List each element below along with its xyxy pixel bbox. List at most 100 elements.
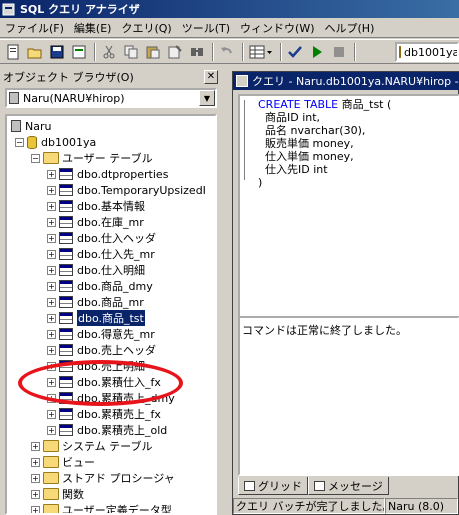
expand-icon[interactable]: + xyxy=(31,505,40,513)
expand-icon[interactable]: + xyxy=(47,185,56,195)
code-line: CREATE TABLE 商品_tst ( xyxy=(258,98,391,111)
paste-icon[interactable] xyxy=(143,42,163,62)
execute-query-icon[interactable] xyxy=(307,42,327,62)
tree-item-label: dbo.商品_dmy xyxy=(77,280,153,293)
tab-messages[interactable]: メッセージ xyxy=(308,477,389,495)
tree-item-label: dbo.商品_tst xyxy=(77,310,145,326)
folder-icon xyxy=(43,488,59,500)
tree-item-table[interactable]: + dbo.TemporaryUpsizedI xyxy=(47,182,206,198)
code-line: 仕入先ID int xyxy=(258,163,391,176)
undo-icon[interactable] xyxy=(217,42,237,62)
save-icon[interactable] xyxy=(47,42,67,62)
tree-item-label: ストアド プロシージャ xyxy=(62,472,175,485)
expand-icon[interactable]: + xyxy=(47,201,56,211)
tree-item-table[interactable]: + dbo.商品_dmy xyxy=(47,278,153,294)
tree-item-table[interactable]: + dbo.累積売上_fx xyxy=(47,406,161,422)
expand-icon[interactable]: + xyxy=(47,233,56,243)
tree-item-folder[interactable]: + ビュー xyxy=(31,454,95,470)
tree-item-folder[interactable]: + ストアド プロシージャ xyxy=(31,470,175,486)
tab-grid[interactable]: グリッド xyxy=(238,477,308,495)
menu-item[interactable]: ヘルプ(H) xyxy=(320,20,380,36)
menu-item[interactable]: ファイル(F) xyxy=(0,20,69,36)
object-browser-pane: オブジェクト ブラウザ(O) ✕ Naru(NARU¥hirop) ▼ Naru… xyxy=(0,66,222,515)
expand-icon[interactable]: + xyxy=(47,265,56,275)
tree-item-folder[interactable]: + ユーザー定義データ型 xyxy=(31,502,172,513)
expand-icon[interactable]: + xyxy=(47,425,56,435)
folder-icon xyxy=(43,504,59,513)
tree-item-folder[interactable]: + システム テーブル xyxy=(31,438,153,454)
tree-item-database[interactable]: − db1001ya xyxy=(15,134,96,150)
expand-icon[interactable]: + xyxy=(31,489,40,499)
tree-item-table[interactable]: + dbo.得意先_mr xyxy=(47,326,155,342)
results-pane[interactable]: コマンドは正常に終了しました。 xyxy=(238,316,459,476)
cut-icon[interactable] xyxy=(99,42,119,62)
object-tree[interactable]: Naru − db1001ya − ユーザー テーブル + dbo.dtproperties… xyxy=(5,114,217,515)
find-icon[interactable] xyxy=(187,42,207,62)
tab-messages-label: メッセージ xyxy=(328,479,383,493)
expand-icon[interactable]: + xyxy=(47,409,56,419)
expand-icon[interactable]: + xyxy=(31,441,40,451)
results-mode-icon[interactable] xyxy=(247,42,275,62)
menu-item[interactable]: ツール(T) xyxy=(177,20,235,36)
tree-item-folder[interactable]: − ユーザー テーブル xyxy=(31,150,153,166)
tree-item-table[interactable]: + dbo.仕入ヘッダ xyxy=(47,230,156,246)
toolbar-separator xyxy=(94,42,96,61)
expand-icon[interactable]: + xyxy=(47,217,56,227)
expand-icon[interactable]: + xyxy=(47,329,56,339)
expand-icon[interactable]: + xyxy=(31,457,40,467)
clear-window-icon[interactable] xyxy=(165,42,185,62)
tree-item-table[interactable]: + dbo.商品_mr xyxy=(47,294,144,310)
app-title-bar[interactable]: SQL クエリ アナライザ xyxy=(0,0,459,18)
code-line: 販売単価 money, xyxy=(258,137,391,150)
expand-icon[interactable]: + xyxy=(47,345,56,355)
folder-icon xyxy=(43,472,59,484)
tree-item-table[interactable]: + dbo.売上ヘッダ xyxy=(47,342,156,358)
load-script-icon[interactable] xyxy=(69,42,89,62)
open-folder-icon[interactable] xyxy=(25,42,45,62)
tree-item-server[interactable]: Naru xyxy=(11,118,51,134)
expand-icon[interactable]: + xyxy=(47,281,56,291)
collapse-icon[interactable]: − xyxy=(31,153,40,163)
server-selector[interactable]: Naru(NARU¥hirop) ▼ xyxy=(5,88,217,108)
expand-icon[interactable]: + xyxy=(31,473,40,483)
tree-item-label: 関数 xyxy=(62,488,84,501)
expand-icon[interactable]: + xyxy=(47,313,56,323)
menu-item[interactable]: ウィンドウ(W) xyxy=(235,20,319,36)
new-query-icon[interactable] xyxy=(3,42,23,62)
stop-query-icon[interactable] xyxy=(329,42,349,62)
tree-item-table[interactable]: + dbo.累積売上_old xyxy=(47,422,167,438)
close-icon[interactable]: ✕ xyxy=(204,70,218,84)
query-window-title-bar[interactable]: クエリ - Naru.db1001ya.NARU¥hirop - C:¥ xyxy=(233,72,459,90)
tree-item-label: dbo.仕入先_mr xyxy=(77,248,155,261)
grid-icon xyxy=(244,480,255,491)
menu-item[interactable]: 編集(E) xyxy=(69,20,117,36)
table-icon xyxy=(59,328,73,340)
expand-icon[interactable]: + xyxy=(47,169,56,179)
tree-item-table[interactable]: + dbo.在庫_mr xyxy=(47,214,144,230)
tree-item-table[interactable]: + dbo.商品_tst xyxy=(47,310,145,326)
tree-item-label: dbo.商品_mr xyxy=(77,296,144,309)
expand-icon[interactable]: + xyxy=(47,297,56,307)
expand-icon[interactable]: + xyxy=(47,249,56,259)
folder-icon xyxy=(43,456,59,468)
tree-item-table[interactable]: + dbo.仕入明細 xyxy=(47,262,145,278)
menu-item[interactable]: クエリ(Q) xyxy=(116,20,176,36)
code-text: ) xyxy=(258,176,263,189)
query-window-icon xyxy=(236,75,248,87)
tree-item-label: dbo.得意先_mr xyxy=(77,328,155,341)
parse-query-icon[interactable] xyxy=(285,42,305,62)
collapse-icon[interactable]: − xyxy=(15,137,24,147)
tree-item-table[interactable]: + dbo.dtproperties xyxy=(47,166,168,182)
tree-item-folder[interactable]: + 関数 xyxy=(31,486,84,502)
copy-icon[interactable] xyxy=(121,42,141,62)
code-line: ) xyxy=(258,176,391,189)
query-editor[interactable]: CREATE TABLE 商品_tst ( 商品ID int, 品名 nvarc… xyxy=(238,94,459,319)
code-line: 商品ID int, xyxy=(258,111,391,124)
chevron-down-icon[interactable]: ▼ xyxy=(199,90,215,106)
tree-item-table[interactable]: + dbo.仕入先_mr xyxy=(47,246,155,262)
status-server: Naru (8.0) xyxy=(385,498,458,514)
tree-item-label: db1001ya xyxy=(41,135,97,149)
database-selector[interactable]: db1001ya xyxy=(395,42,459,62)
tree-item-table[interactable]: + dbo.基本情報 xyxy=(47,198,145,214)
tree-item-label: dbo.累積売上_old xyxy=(77,424,168,437)
